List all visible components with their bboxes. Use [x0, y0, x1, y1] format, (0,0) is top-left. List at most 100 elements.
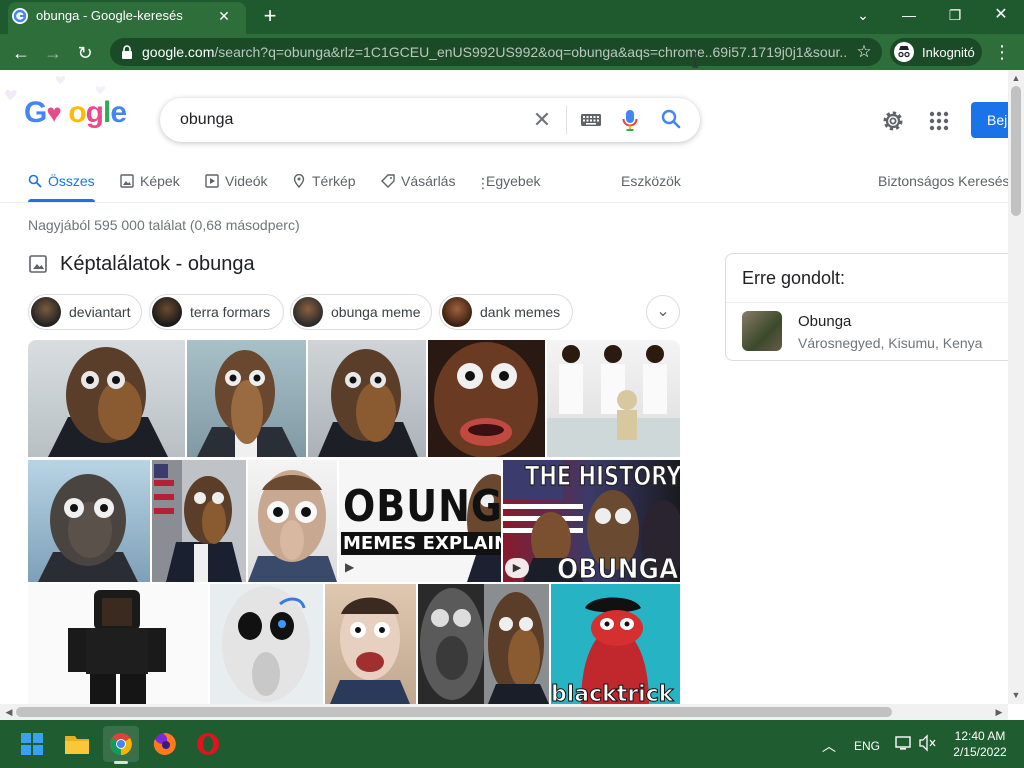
language-indicator[interactable]: ENG — [854, 739, 880, 753]
tab-more[interactable]: ⋮Egyebek — [476, 172, 540, 192]
tab-label: Videók — [225, 173, 268, 189]
tab-close-icon[interactable]: ✕ — [214, 6, 234, 26]
scroll-down-arrow-icon[interactable]: ▼ — [1009, 688, 1023, 702]
image-results-heading[interactable]: Képtalálatok - obunga — [60, 253, 255, 276]
volume-muted-icon[interactable] — [918, 734, 938, 752]
chip-label: terra formars — [190, 304, 271, 320]
chip-label: deviantart — [69, 304, 131, 320]
active-app-indicator — [114, 761, 128, 764]
search-box[interactable] — [160, 98, 700, 142]
chip-label: obunga meme — [331, 304, 421, 320]
tab-all[interactable]: Összes — [28, 172, 95, 192]
chip-terra-formars[interactable]: terra formars — [149, 294, 284, 330]
place-thumbnail[interactable] — [742, 311, 782, 351]
tab-search-icon[interactable]: ⌄ — [840, 0, 886, 30]
logo-letter: g — [85, 96, 104, 129]
tag-icon — [381, 174, 395, 188]
vertical-scroll-thumb[interactable] — [1011, 86, 1021, 216]
logo-heart-icon: ♥ — [46, 98, 61, 128]
did-you-mean-heading: Erre gondolt: — [742, 268, 846, 288]
close-window-button[interactable]: ✕ — [978, 0, 1024, 30]
scroll-up-arrow-icon[interactable]: ▲ — [1009, 71, 1023, 85]
result-stats: Nagyjából 595 000 találat (0,68 másodper… — [28, 217, 300, 233]
image-thumbnail[interactable]: THE HISTORY OF OBUNGA ▶ — [503, 460, 680, 582]
safesearch-button[interactable]: Biztonságos Keresés — [878, 172, 1010, 192]
browser-menu-icon[interactable]: ⋮ — [992, 40, 1012, 64]
horizontal-scroll-thumb[interactable] — [16, 707, 892, 717]
new-tab-button[interactable]: + — [258, 4, 282, 28]
url-text[interactable]: google.com/search?q=obunga&rlz=1C1GCEU_e… — [142, 44, 847, 60]
image-thumbnail[interactable] — [210, 584, 323, 704]
image-results-icon — [28, 254, 48, 274]
tools-button[interactable]: Eszközök — [621, 172, 681, 192]
thumb-caption: OBUNGA — [556, 552, 679, 582]
google-apps-icon[interactable] — [928, 110, 950, 132]
tab-shopping[interactable]: Vásárlás — [381, 172, 455, 192]
image-thumbnail[interactable]: blacktrick — [551, 584, 680, 704]
forward-button[interactable]: → — [40, 40, 66, 66]
chip-avatar — [31, 297, 61, 327]
search-input[interactable]: obunga — [180, 111, 233, 129]
image-thumbnail[interactable] — [325, 584, 416, 704]
bookmark-star-icon[interactable]: ☆ — [854, 42, 874, 62]
thumb-caption: THE HISTORY OF — [525, 460, 680, 491]
clock-time[interactable]: 12:40 AM — [954, 729, 1006, 743]
image-thumbnail[interactable]: OBUNGA MEMES EXPLAINED ▶ — [339, 460, 501, 582]
tab-label: Egyebek — [486, 173, 541, 189]
tab-videos[interactable]: Videók — [205, 172, 268, 192]
tab-images[interactable]: Képek — [120, 172, 180, 192]
place-name-link[interactable]: Obunga — [798, 313, 851, 330]
logo-letter: o — [68, 96, 86, 129]
play-icon: ▶ — [505, 558, 529, 578]
google-favicon-icon — [12, 8, 28, 24]
chevron-down-icon[interactable]: ⌄ — [646, 295, 680, 329]
tab-maps[interactable]: Térkép — [292, 172, 356, 192]
chip-deviantart[interactable]: deviantart — [28, 294, 142, 330]
chip-dank-memes[interactable]: dank memes — [439, 294, 573, 330]
opera-icon[interactable] — [190, 726, 226, 762]
google-doodle-logo[interactable]: G♥ ogle — [24, 96, 127, 130]
windows-start-icon[interactable] — [14, 726, 50, 762]
tabs-divider — [0, 202, 1008, 203]
url-host: google.com — [142, 44, 215, 60]
image-thumbnail[interactable] — [248, 460, 337, 582]
settings-gear-icon[interactable] — [880, 108, 906, 134]
image-thumbnail[interactable] — [418, 584, 549, 704]
keyboard-icon[interactable] — [580, 112, 602, 128]
network-icon[interactable] — [894, 734, 914, 752]
minimize-button[interactable]: — — [886, 0, 932, 30]
tab-label: Vásárlás — [401, 173, 456, 189]
reload-button[interactable]: ↻ — [72, 40, 98, 66]
chip-label: dank memes — [480, 304, 561, 320]
image-thumbnail[interactable] — [152, 460, 246, 582]
restore-button[interactable]: ❐ — [932, 0, 978, 30]
chrome-taskbar-icon[interactable] — [103, 726, 139, 762]
image-thumbnail[interactable] — [28, 584, 208, 704]
image-thumbnail[interactable] — [28, 340, 185, 457]
lock-icon[interactable] — [120, 44, 134, 60]
firefox-icon[interactable] — [147, 726, 183, 762]
card-divider — [726, 302, 1008, 303]
image-thumbnail[interactable] — [428, 340, 545, 457]
scroll-right-arrow-icon[interactable]: ▶ — [992, 705, 1006, 719]
text-cursor-icon — [692, 52, 698, 68]
image-thumbnail[interactable] — [547, 340, 680, 457]
chip-obunga-meme[interactable]: obunga meme — [290, 294, 432, 330]
thumb-caption: MEMES EXPLAINED — [341, 532, 501, 555]
search-icon[interactable] — [660, 108, 682, 130]
image-thumbnail[interactable] — [308, 340, 426, 457]
back-button[interactable]: ← — [8, 40, 34, 66]
tab-label: Összes — [48, 173, 95, 189]
file-explorer-icon[interactable] — [59, 726, 95, 762]
scroll-left-arrow-icon[interactable]: ◀ — [2, 705, 16, 719]
clock-date[interactable]: 2/15/2022 — [950, 745, 1010, 759]
microphone-icon[interactable] — [620, 108, 640, 132]
url-path: /search?q=obunga&rlz=1C1GCEU_enUS992US99… — [214, 44, 847, 60]
tray-overflow-icon[interactable]: ︿ — [822, 736, 836, 756]
image-thumbnail[interactable] — [187, 340, 306, 457]
searchbox-divider — [566, 106, 567, 134]
image-icon — [120, 174, 134, 188]
image-thumbnail[interactable] — [28, 460, 150, 582]
logo-letter: e — [110, 96, 127, 129]
clear-icon[interactable]: ✕ — [530, 108, 554, 132]
